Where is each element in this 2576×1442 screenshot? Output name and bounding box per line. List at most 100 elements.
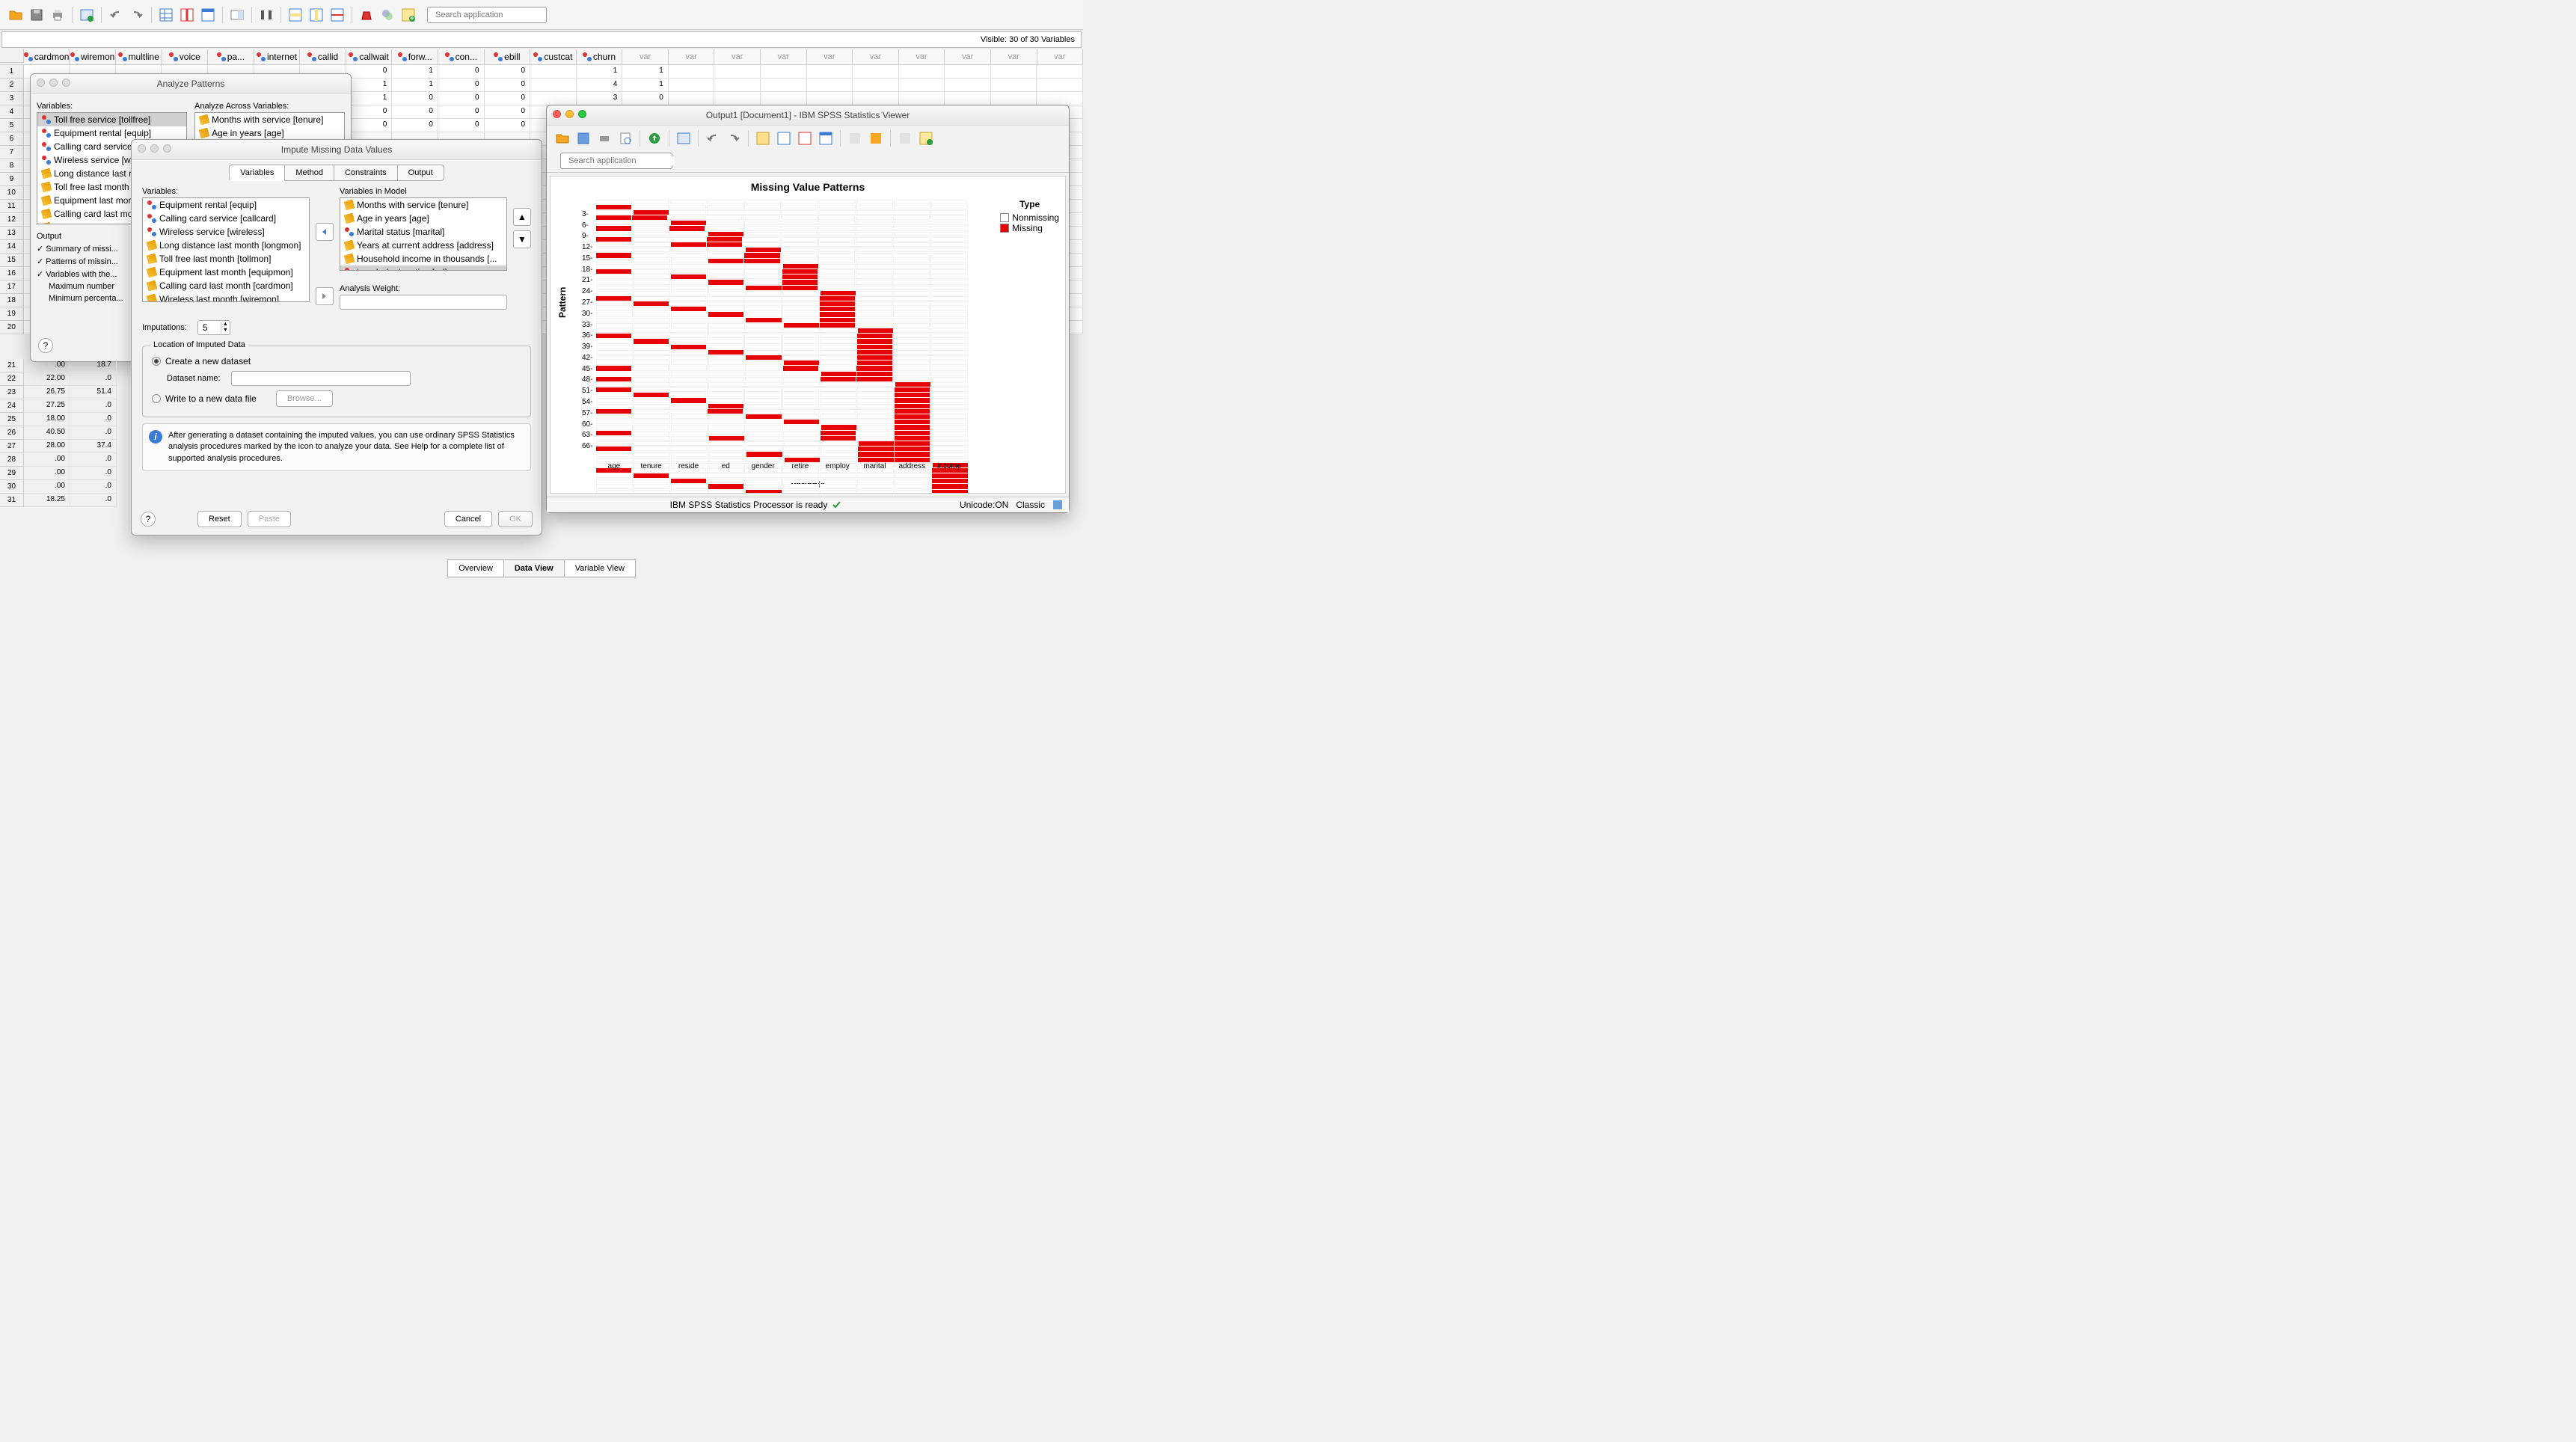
row-number[interactable]: 30 <box>0 480 24 494</box>
create-dataset-radio[interactable]: Create a new dataset <box>152 354 521 369</box>
list-item[interactable]: Wireless last month [wiremon] <box>143 292 309 302</box>
tab-method[interactable]: Method <box>285 165 334 181</box>
variables-icon[interactable] <box>816 129 835 148</box>
column-header[interactable]: pa... <box>208 49 254 64</box>
data-cell[interactable] <box>714 92 761 105</box>
data-cell[interactable]: 0 <box>438 79 485 92</box>
insert-case-icon[interactable] <box>286 5 305 25</box>
row-number[interactable]: 29 <box>0 467 24 480</box>
list-item[interactable]: Age in years [age] <box>195 126 344 140</box>
row-number[interactable]: 13 <box>0 227 24 240</box>
data-cell[interactable] <box>669 65 715 79</box>
minimize-icon[interactable] <box>565 110 574 118</box>
data-cell[interactable]: 0 <box>392 105 438 119</box>
row-number[interactable]: 24 <box>0 399 24 413</box>
value-labels-icon[interactable]: + <box>399 5 418 25</box>
find-icon[interactable] <box>257 5 276 25</box>
row-number[interactable]: 28 <box>0 453 24 467</box>
empty-column[interactable]: var <box>853 49 899 64</box>
data-cell[interactable]: 1 <box>622 79 669 92</box>
data-cell[interactable]: 0 <box>346 105 393 119</box>
row-number[interactable]: 17 <box>0 280 24 294</box>
empty-column[interactable]: var <box>761 49 807 64</box>
data-cell[interactable] <box>991 65 1037 79</box>
row-number[interactable]: 12 <box>0 213 24 227</box>
data-cell[interactable]: 1 <box>622 65 669 79</box>
tab-overview[interactable]: Overview <box>447 559 504 577</box>
data-cell[interactable] <box>899 92 945 105</box>
data-cell[interactable] <box>853 65 899 79</box>
row-number[interactable]: 6 <box>0 132 24 146</box>
data-cell[interactable] <box>945 65 991 79</box>
row-number[interactable]: 4 <box>0 105 24 119</box>
row-number[interactable]: 7 <box>0 146 24 159</box>
column-header[interactable]: churn <box>577 49 623 64</box>
data-cell[interactable]: .0 <box>70 426 117 440</box>
data-cell[interactable]: .0 <box>70 399 117 413</box>
data-cell[interactable]: 0 <box>438 65 485 79</box>
row-number[interactable]: 25 <box>0 413 24 426</box>
cancel-button[interactable]: Cancel <box>444 511 492 527</box>
open-icon[interactable] <box>553 129 572 148</box>
data-cell[interactable] <box>669 79 715 92</box>
data-cell[interactable]: 0 <box>485 92 531 105</box>
column-header[interactable]: forw... <box>392 49 438 64</box>
data-cell[interactable] <box>530 92 577 105</box>
column-header[interactable]: ebill <box>485 49 531 64</box>
data-cell[interactable] <box>530 65 577 79</box>
recall-dialog-icon[interactable] <box>674 129 693 148</box>
row-number[interactable]: 5 <box>0 119 24 132</box>
data-cell[interactable] <box>945 79 991 92</box>
list-item[interactable]: Calling card last month [cardmon] <box>143 279 309 292</box>
list-item[interactable]: Equipment rental [equip] <box>37 126 186 140</box>
create-edit-icon[interactable] <box>916 129 936 148</box>
data-cell[interactable] <box>1037 79 1083 92</box>
split-file-icon[interactable] <box>328 5 347 25</box>
list-item[interactable]: Years at current address [address] <box>340 239 506 252</box>
row-number[interactable]: 22 <box>0 372 24 386</box>
spin-up[interactable]: ▲ <box>221 322 230 328</box>
column-header[interactable]: callwait <box>346 49 393 64</box>
row-number[interactable]: 20 <box>0 321 24 334</box>
data-cell[interactable] <box>899 65 945 79</box>
data-cell[interactable] <box>714 65 761 79</box>
data-cell[interactable] <box>991 79 1037 92</box>
select-cases-icon[interactable] <box>378 5 397 25</box>
data-cell[interactable]: 27.25 <box>24 399 70 413</box>
data-cell[interactable]: 0 <box>438 119 485 132</box>
goto-var-icon[interactable] <box>795 129 815 148</box>
variables-icon[interactable] <box>198 5 218 25</box>
data-cell[interactable]: 0 <box>392 119 438 132</box>
data-cell[interactable]: 0 <box>392 92 438 105</box>
row-number[interactable]: 31 <box>0 494 24 507</box>
row-number[interactable]: 11 <box>0 200 24 213</box>
data-cell[interactable]: 1 <box>392 79 438 92</box>
tab-data-view[interactable]: Data View <box>504 559 565 577</box>
data-cell[interactable]: 40.50 <box>24 426 70 440</box>
undo-icon[interactable] <box>106 5 126 25</box>
zoom-icon[interactable] <box>578 110 586 118</box>
viewer-search-input[interactable] <box>568 156 675 165</box>
chart-area[interactable]: Missing Value Patterns Type NonmissingMi… <box>550 176 1066 494</box>
empty-column[interactable]: var <box>807 49 853 64</box>
empty-column[interactable]: var <box>622 49 669 64</box>
weight-icon[interactable] <box>357 5 376 25</box>
tab-output[interactable]: Output <box>398 165 444 181</box>
empty-column[interactable]: var <box>899 49 945 64</box>
row-number[interactable]: 23 <box>0 386 24 399</box>
associate-icon[interactable] <box>895 129 915 148</box>
save-icon[interactable] <box>574 129 593 148</box>
preview-icon[interactable] <box>616 129 635 148</box>
spin-down[interactable]: ▼ <box>221 328 230 334</box>
row-number[interactable]: 19 <box>0 307 24 321</box>
data-cell[interactable]: .00 <box>24 480 70 494</box>
data-cell[interactable]: 0 <box>438 92 485 105</box>
data-cell[interactable]: 0 <box>485 65 531 79</box>
column-header[interactable]: callid <box>300 49 346 64</box>
data-cell[interactable]: .0 <box>70 467 117 480</box>
search-input[interactable] <box>435 10 542 19</box>
data-cell[interactable] <box>853 92 899 105</box>
open-icon[interactable] <box>6 5 25 25</box>
data-cell[interactable] <box>807 92 853 105</box>
column-header[interactable]: con... <box>438 49 485 64</box>
